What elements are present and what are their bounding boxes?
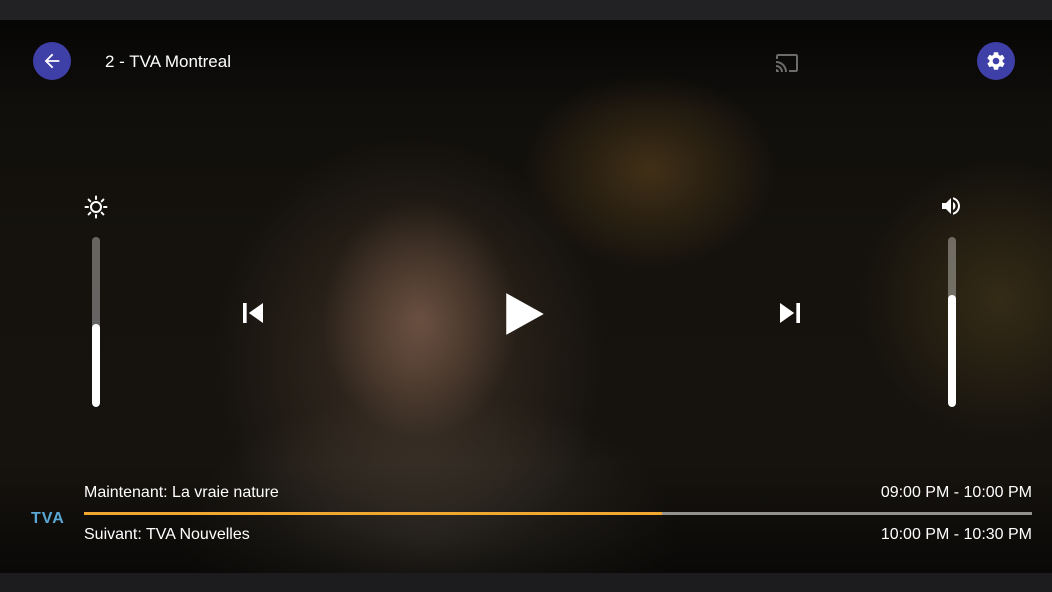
channel-logo: TVA (31, 510, 65, 527)
brightness-slider-fill (92, 323, 100, 407)
previous-channel-button[interactable] (233, 293, 273, 338)
back-button[interactable] (33, 42, 71, 80)
arrow-left-icon (44, 53, 60, 69)
channel-title: 2 - TVA Montreal (105, 52, 231, 71)
brightness-indicator (84, 195, 108, 224)
bottom-scrim (0, 463, 1052, 573)
next-channel-button[interactable] (770, 293, 810, 338)
volume-slider-fill (948, 294, 956, 407)
cast-icon (776, 54, 798, 72)
next-program-time: 10:00 PM - 10:30 PM (880, 526, 1032, 543)
play-icon (506, 293, 544, 335)
volume-indicator (938, 194, 964, 223)
gear-icon (987, 52, 1005, 70)
next-program-label: Suivant: TVA Nouvelles (84, 526, 250, 543)
program-progress-bar (84, 512, 1032, 515)
play-button[interactable] (500, 289, 550, 344)
program-progress-fill (84, 512, 663, 515)
current-program-label: Maintenant: La vraie nature (84, 484, 279, 501)
brightness-icon (84, 195, 108, 219)
volume-slider[interactable] (948, 237, 956, 407)
brightness-slider[interactable] (92, 237, 100, 407)
current-program-time: 09:00 PM - 10:00 PM (880, 484, 1032, 501)
cast-button[interactable] (773, 51, 801, 80)
volume-icon (942, 197, 960, 215)
status-bar (0, 0, 1052, 20)
settings-button[interactable] (977, 42, 1015, 80)
skip-next-icon (780, 303, 800, 323)
skip-previous-icon (243, 303, 263, 323)
navigation-bar (0, 573, 1052, 592)
